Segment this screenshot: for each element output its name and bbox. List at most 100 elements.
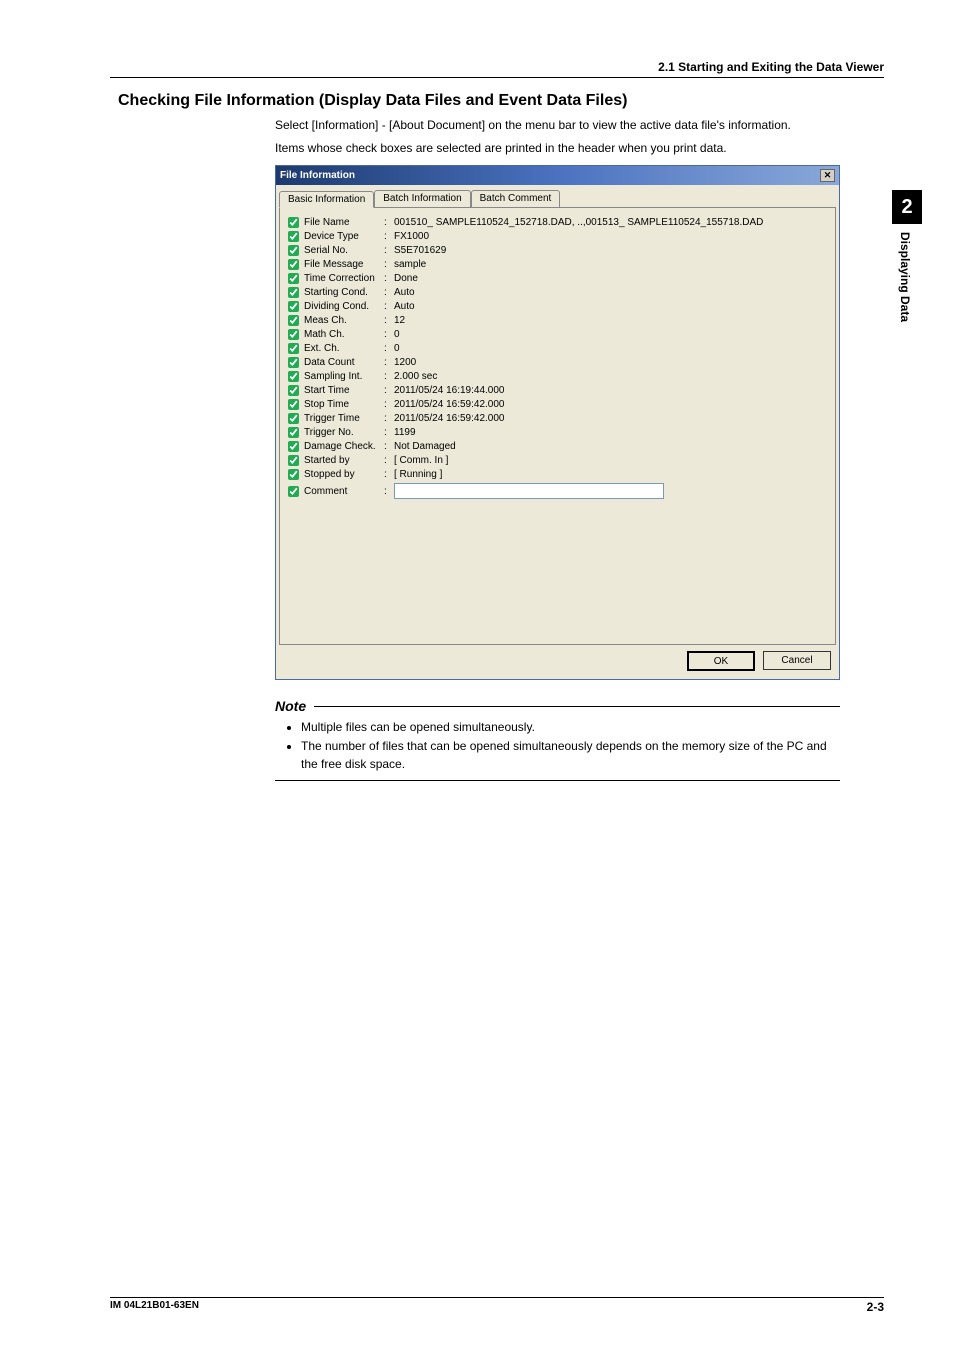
info-colon: : — [384, 371, 394, 382]
info-label: Trigger No. — [304, 427, 384, 438]
info-value: [ Running ] — [394, 469, 827, 480]
body-paragraph-1: Select [Information] - [About Document] … — [275, 116, 884, 135]
info-colon: : — [384, 427, 394, 438]
info-checkbox[interactable] — [288, 399, 299, 410]
tab-batch-comment[interactable]: Batch Comment — [471, 190, 561, 207]
section-header-rule: 2.1 Starting and Exiting the Data Viewer — [110, 60, 884, 78]
footer-page-number: 2-3 — [867, 1300, 884, 1314]
info-checkbox[interactable] — [288, 287, 299, 298]
info-checkbox[interactable] — [288, 301, 299, 312]
info-label: Meas Ch. — [304, 315, 384, 326]
dialog-button-row: OK Cancel — [276, 645, 839, 679]
info-row: Device Type:FX1000 — [288, 231, 827, 242]
info-row: Math Ch.:0 — [288, 329, 827, 340]
info-label: Time Correction — [304, 273, 384, 284]
info-value: Done — [394, 273, 827, 284]
info-checkbox[interactable] — [288, 357, 299, 368]
info-colon: : — [384, 469, 394, 480]
info-colon: : — [384, 413, 394, 424]
info-value: 2011/05/24 16:19:44.000 — [394, 385, 827, 396]
info-row: Stop Time:2011/05/24 16:59:42.000 — [288, 399, 827, 410]
info-value: 12 — [394, 315, 827, 326]
info-label: Starting Cond. — [304, 287, 384, 298]
info-colon: : — [384, 259, 394, 270]
info-value: 0 — [394, 343, 827, 354]
info-checkbox[interactable] — [288, 231, 299, 242]
info-checkbox[interactable] — [288, 441, 299, 452]
info-row: File Message:sample — [288, 259, 827, 270]
note-item: The number of files that can be opened s… — [301, 737, 840, 774]
info-row: Meas Ch.:12 — [288, 315, 827, 326]
info-label: File Name — [304, 217, 384, 228]
footer-manual-code: IM 04L21B01-63EN — [110, 1300, 199, 1314]
info-checkbox[interactable] — [288, 259, 299, 270]
info-colon: : — [384, 301, 394, 312]
body-paragraph-2: Items whose check boxes are selected are… — [275, 139, 884, 158]
info-checkbox[interactable] — [288, 385, 299, 396]
info-colon: : — [384, 399, 394, 410]
info-checkbox[interactable] — [288, 455, 299, 466]
info-value: Auto — [394, 287, 827, 298]
info-label: Sampling Int. — [304, 371, 384, 382]
info-label: Device Type — [304, 231, 384, 242]
info-colon: : — [384, 245, 394, 256]
info-row: Trigger Time:2011/05/24 16:59:42.000 — [288, 413, 827, 424]
footer-rule — [110, 1297, 884, 1298]
info-label: Ext. Ch. — [304, 343, 384, 354]
dialog-screenshot: File Information ✕ Basic Information Bat… — [275, 165, 884, 680]
info-checkbox[interactable] — [288, 343, 299, 354]
info-colon: : — [384, 315, 394, 326]
note-list: Multiple files can be opened simultaneou… — [275, 718, 840, 774]
page-footer: IM 04L21B01-63EN 2-3 — [110, 1297, 884, 1314]
info-checkbox[interactable] — [288, 315, 299, 326]
section-header: 2.1 Starting and Exiting the Data Viewer — [110, 60, 884, 77]
info-checkbox[interactable] — [288, 427, 299, 438]
tab-batch-information[interactable]: Batch Information — [374, 190, 470, 207]
info-colon: : — [384, 273, 394, 284]
info-row: Serial No.:S5E701629 — [288, 245, 827, 256]
ok-button[interactable]: OK — [687, 651, 755, 671]
close-icon[interactable]: ✕ — [820, 169, 835, 182]
info-colon: : — [384, 329, 394, 340]
info-checkbox[interactable] — [288, 217, 299, 228]
info-checkbox[interactable] — [288, 273, 299, 284]
info-checkbox[interactable] — [288, 486, 299, 497]
info-row: Trigger No.:1199 — [288, 427, 827, 438]
info-label: Dividing Cond. — [304, 301, 384, 312]
tab-basic-information[interactable]: Basic Information — [279, 191, 374, 208]
info-row: Stopped by:[ Running ] — [288, 469, 827, 480]
side-tab: 2 Displaying Data — [892, 190, 922, 322]
info-label: Started by — [304, 455, 384, 466]
dialog-tabrow: Basic Information Batch Information Batc… — [279, 190, 836, 208]
dialog-titlebar: File Information ✕ — [276, 166, 839, 185]
info-colon: : — [384, 217, 394, 228]
info-checkbox[interactable] — [288, 469, 299, 480]
info-checkbox[interactable] — [288, 245, 299, 256]
info-colon: : — [384, 441, 394, 452]
info-value: Auto — [394, 301, 827, 312]
info-value: sample — [394, 259, 827, 270]
info-checkbox[interactable] — [288, 329, 299, 340]
info-value: Not Damaged — [394, 441, 827, 452]
info-label: Damage Check. — [304, 441, 384, 452]
info-row: Comment: — [288, 483, 827, 499]
info-colon: : — [384, 231, 394, 242]
note-item: Multiple files can be opened simultaneou… — [301, 718, 840, 737]
info-value: FX1000 — [394, 231, 827, 242]
info-colon: : — [384, 455, 394, 466]
comment-input[interactable] — [394, 483, 664, 499]
info-value: 1199 — [394, 427, 827, 438]
info-checkbox[interactable] — [288, 371, 299, 382]
info-value: 0 — [394, 329, 827, 340]
info-label: Serial No. — [304, 245, 384, 256]
info-checkbox[interactable] — [288, 413, 299, 424]
info-label: Data Count — [304, 357, 384, 368]
info-row: Started by:[ Comm. In ] — [288, 455, 827, 466]
info-colon: : — [384, 287, 394, 298]
info-row: Ext. Ch.:0 — [288, 343, 827, 354]
info-label: Stopped by — [304, 469, 384, 480]
cancel-button[interactable]: Cancel — [763, 651, 831, 670]
info-row: Dividing Cond.:Auto — [288, 301, 827, 312]
info-value: S5E701629 — [394, 245, 827, 256]
info-label: Math Ch. — [304, 329, 384, 340]
